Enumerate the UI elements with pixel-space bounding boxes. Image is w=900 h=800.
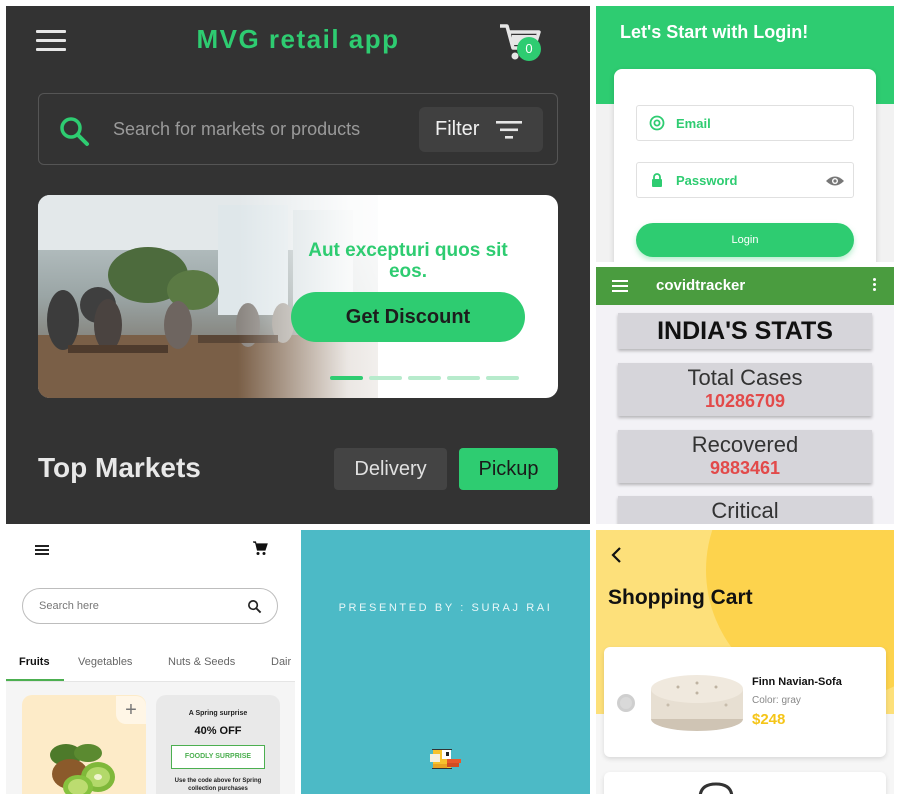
grocery-screen: Search here Fruits Vegetables Nuts & See… [6, 530, 295, 794]
pickup-button[interactable]: Pickup [459, 448, 558, 490]
covid-tracker-screen: covidtracker INDIA'S STATS Total Cases 1… [596, 267, 894, 524]
stat-label: Recovered [691, 432, 799, 457]
promo-discount: 40% OFF [194, 725, 242, 737]
login-button[interactable]: Login [636, 223, 854, 257]
carousel-dot[interactable] [447, 376, 480, 380]
stats-heading-card: INDIA'S STATS [618, 313, 872, 349]
promo-note: Use the code above for Spring collection… [174, 778, 262, 792]
stats-heading: INDIA'S STATS [657, 317, 833, 345]
stat-label: Total Cases [687, 365, 803, 390]
password-field[interactable]: Password [636, 162, 854, 198]
menu-icon[interactable] [35, 545, 49, 557]
carousel-dot[interactable] [330, 376, 363, 380]
app-title: covidtracker [656, 277, 746, 294]
mvg-retail-screen: MVG retail app 0 Search for markets or p… [6, 6, 590, 524]
back-arrow-icon[interactable] [610, 546, 622, 564]
tab-dairy[interactable]: Dair [271, 656, 291, 668]
login-screen: Let's Start with Login! Email Password L… [596, 6, 894, 262]
tab-nuts-seeds[interactable]: Nuts & Seeds [168, 656, 235, 668]
presented-by-text: PRESENTED BY : SURAJ RAI [338, 602, 553, 614]
item-name: Finn Navian-Sofa [752, 676, 842, 688]
cart-count-badge: 0 [517, 37, 541, 61]
at-icon [649, 115, 665, 131]
banner-headline: Aut excepturi quos sit eos. [308, 240, 508, 282]
lock-icon [652, 173, 662, 187]
select-item-radio[interactable] [617, 694, 635, 712]
search-input[interactable]: Search here [39, 600, 99, 612]
search-icon[interactable] [247, 599, 262, 614]
cart-icon[interactable] [252, 540, 268, 556]
search-bar[interactable]: Search for markets or products Filter [38, 93, 558, 165]
delivery-button[interactable]: Delivery [334, 448, 447, 490]
promo-banner[interactable]: Aut excepturi quos sit eos. Get Discount [38, 195, 558, 398]
tab-fruits[interactable]: Fruits [19, 656, 50, 668]
section-title: Top Markets [38, 452, 201, 483]
login-title: Let's Start with Login! [620, 22, 809, 42]
stat-card-total-cases: Total Cases 10286709 [618, 363, 872, 416]
filter-icon [496, 121, 522, 139]
cart-item[interactable]: Finn Navian-Sofa Color: gray $248 [604, 647, 886, 757]
login-card: Email Password Login [614, 69, 876, 262]
item-color: Color: gray [752, 695, 801, 706]
carousel-dot[interactable] [408, 376, 441, 380]
get-discount-button[interactable]: Get Discount [291, 292, 525, 342]
promo-code[interactable]: FOODLY SURPRISE [171, 745, 265, 769]
filter-button[interactable]: Filter [419, 107, 543, 152]
email-label: Email [676, 116, 711, 131]
flappy-bird-icon [430, 749, 461, 769]
stat-card-critical: Critical [618, 496, 872, 524]
flappy-splash-screen: PRESENTED BY : SURAJ RAI [301, 530, 590, 794]
menu-icon[interactable] [612, 280, 628, 295]
collage: MVG retail app 0 Search for markets or p… [0, 0, 900, 800]
page-title: Shopping Cart [608, 586, 753, 609]
item-price: $248 [752, 711, 786, 728]
search-bar[interactable]: Search here [22, 588, 278, 624]
promo-title: A Spring surprise [188, 710, 248, 717]
search-input[interactable]: Search for markets or products [113, 119, 360, 140]
shopping-cart-screen: Shopping Cart Finn Navian-Sofa Color: gr… [596, 530, 894, 794]
add-to-cart-button[interactable]: + [116, 696, 146, 724]
tab-vegetables[interactable]: Vegetables [78, 656, 132, 668]
eye-icon[interactable] [825, 174, 845, 188]
email-field[interactable]: Email [636, 105, 854, 141]
more-vert-icon[interactable] [873, 278, 877, 293]
stat-label: Critical [711, 498, 779, 523]
sofa-image [651, 675, 743, 731]
promo-card[interactable]: A Spring surprise 40% OFF FOODLY SURPRIS… [156, 695, 280, 794]
carousel-dot[interactable] [486, 376, 519, 380]
password-label: Password [676, 173, 738, 188]
chair-image [698, 782, 734, 794]
filter-label: Filter [435, 118, 480, 140]
stat-value: 9883461 [709, 458, 781, 478]
stat-card-recovered: Recovered 9883461 [618, 430, 872, 483]
carousel-dot[interactable] [369, 376, 402, 380]
cart-item[interactable] [604, 772, 886, 794]
stat-value: 10286709 [704, 391, 786, 411]
search-icon [60, 117, 89, 146]
app-bar: covidtracker [596, 267, 894, 305]
